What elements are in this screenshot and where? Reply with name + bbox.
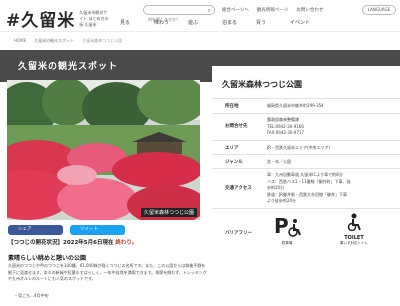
bloom-status-value: 終わり。 xyxy=(115,240,138,246)
nav-item-play[interactable]: 遊ぶ xyxy=(188,19,222,26)
nav-item-see[interactable]: 見る xyxy=(120,19,154,26)
info-label: 所在地 xyxy=(225,104,239,109)
info-label: ジャンル xyxy=(225,160,243,165)
info-row-access: 交通アクセス 車：九州自動車道 久留米ICより車で約8分 バス：西鉄バス1・11… xyxy=(212,168,400,208)
top-link-2[interactable]: お問い合わせ xyxy=(296,7,323,13)
contact-fax: FAX:0942-30-9717 xyxy=(267,130,305,135)
info-row-address: 所在地 福岡県久留米市御井町299-354 xyxy=(212,98,400,113)
search-box: ⌕ xyxy=(143,5,215,24)
parking-accessible-icon: P 駐車場 xyxy=(272,214,302,246)
banner-title: 久留米の観光スポット xyxy=(18,62,119,72)
nav-item-buy[interactable]: 買う xyxy=(256,19,290,26)
nav-item-taste[interactable]: 味わう xyxy=(154,19,188,26)
breadcrumb: HOME 久留米の観光スポット 久留米森林つつじ公園 xyxy=(14,38,122,44)
access-line: より徒歩約20分 xyxy=(267,198,297,203)
logo-mark: #久留米 xyxy=(6,11,76,31)
twitter-share-label: ツイート xyxy=(80,227,98,232)
nav-item-event[interactable]: イベント xyxy=(290,19,324,26)
global-nav: 見る 味わう 遊ぶ 泊まる 買う イベント xyxy=(120,19,324,26)
park-scene-image xyxy=(7,80,200,220)
info-value: 福岡県久留米市御井町299-354 xyxy=(267,103,324,108)
facebook-share-button[interactable]: シェア xyxy=(8,225,63,235)
info-row-genre: ジャンル 花・木／公園 xyxy=(212,154,400,168)
nav-item-stay[interactable]: 泊まる xyxy=(222,19,256,26)
main-photo: 久留米森林つつじ公園 xyxy=(7,80,200,220)
svg-text:P: P xyxy=(274,215,289,237)
info-value: JR・西鉄久留米エリア(中央エリア) xyxy=(267,145,331,150)
info-label: お問合せ先 xyxy=(225,124,248,129)
info-row-barrier-free: バリアフリー P 駐車場 TOILET 車いす対応トイレ xyxy=(212,208,400,253)
list-item: ・見ごろ…4月中旬 xyxy=(14,293,49,298)
accessible-toilet-icon: TOILET 車いす対応トイレ xyxy=(337,213,371,246)
info-value: 花・木／公園 xyxy=(267,159,291,164)
section-heading: 素晴らしい眺めと憩いの公園 xyxy=(8,255,87,262)
search-icon[interactable]: ⌕ xyxy=(208,7,211,15)
info-label: バリアフリー xyxy=(225,231,252,236)
site-header: #久留米 久留米市観光サイト ほとめきの街 久留米 ⌕ 総合ページへ 観光情報ペ… xyxy=(0,0,400,32)
site-logo[interactable]: #久留米 久留米市観光サイト ほとめきの街 久留米 xyxy=(6,6,109,32)
info-panel: 久留米森林つつじ公園 所在地 福岡県久留米市御井町299-354 お問合せ先 農… xyxy=(212,66,400,306)
list-item-text: 見ごろ…4月中旬 xyxy=(18,293,49,298)
info-label: エリア xyxy=(225,146,239,151)
info-value: 農政部森林整備課 TEL:0942-30-9166 FAX:0942-30-97… xyxy=(267,117,304,137)
breadcrumb-spots[interactable]: 久留米の観光スポット xyxy=(34,38,74,44)
info-row-contact: お問合せ先 農政部森林整備課 TEL:0942-30-9166 FAX:0942… xyxy=(212,113,400,140)
language-button[interactable]: LANGUAGE xyxy=(362,5,396,15)
twitter-share-button[interactable]: ツイート xyxy=(70,225,125,235)
logo-subtitle: 久留米市観光サイト ほとめきの街 久留米 xyxy=(79,9,109,27)
top-link-0[interactable]: 総合ページへ xyxy=(222,7,249,13)
info-row-area: エリア JR・西鉄久留米エリア(中央エリア) xyxy=(212,140,400,154)
bloom-status: 【つつじの開花状況】2022年5月6日現在 終わり。 xyxy=(8,238,137,246)
spot-title: 久留米森林つつじ公園 xyxy=(222,80,302,89)
breadcrumb-home[interactable]: HOME xyxy=(14,38,26,44)
description-text: 久留米のつつじや甲のつつじを100種、61,000株が咲くつつじの名所です。また… xyxy=(8,263,207,282)
info-label: 交通アクセス xyxy=(225,186,252,191)
breadcrumb-current: 久留米森林つつじ公園 xyxy=(82,38,123,43)
info-value: 車：九州自動車道 久留米ICより車で約8分 バス：西鉄バス1・11番線「御井町」… xyxy=(267,172,351,205)
facebook-share-label: シェア xyxy=(18,227,32,232)
top-links: 総合ページへ 観光情報ページ お問い合わせ xyxy=(222,7,323,13)
parking-label: 駐車場 xyxy=(281,241,293,245)
top-link-1[interactable]: 観光情報ページ xyxy=(257,7,288,13)
access-line: 車：九州自動車道 久留米ICより車で約8分 xyxy=(267,172,343,177)
contact-dept: 農政部森林整備課 xyxy=(267,117,299,122)
toilet-label: 車いす対応トイレ xyxy=(340,241,368,245)
photo-caption: 久留米森林つつじ公園 xyxy=(140,208,197,217)
bloom-status-prefix: 【つつじの開花状況】2022年5月6日現在 xyxy=(8,240,114,246)
